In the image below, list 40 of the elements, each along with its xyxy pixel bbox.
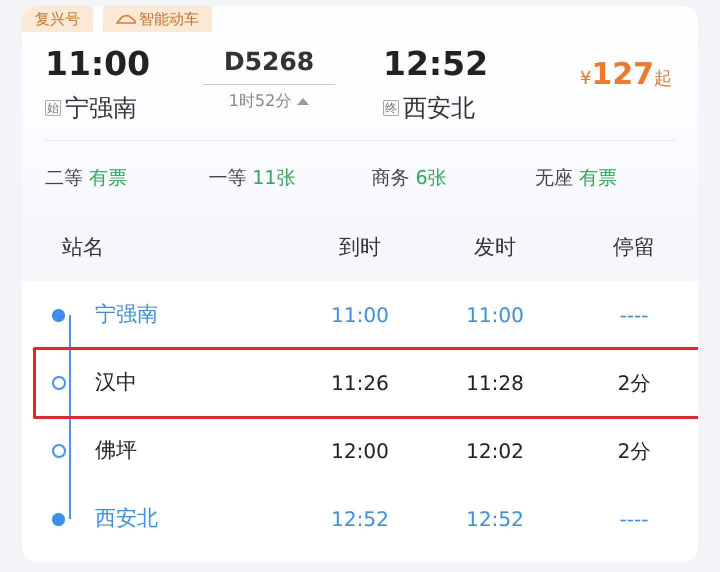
station-name: 西安北 bbox=[403, 93, 475, 124]
station-marker: 终 bbox=[383, 100, 399, 116]
seat-class: 商务 bbox=[372, 166, 410, 191]
train-icon bbox=[116, 14, 136, 24]
column-header: 站名 bbox=[62, 234, 105, 262]
column-header: 到时 bbox=[338, 234, 382, 262]
arrival-time: 11:00 bbox=[330, 302, 390, 329]
train-number: D5268 bbox=[224, 46, 314, 78]
price: ¥127起 bbox=[580, 56, 672, 94]
station-name: 佛坪 bbox=[95, 437, 138, 464]
seat-availability: 11张 bbox=[252, 166, 296, 191]
stop-duration: 2分 bbox=[616, 438, 652, 465]
departure-time: 11:28 bbox=[465, 370, 525, 397]
departure-time: 12:02 bbox=[465, 438, 525, 465]
stop-duration: ---- bbox=[618, 302, 650, 329]
seat-class: 一等 bbox=[208, 166, 246, 191]
arrival-time: 12:00 bbox=[330, 438, 390, 465]
duration-toggle[interactable]: 1时52分 bbox=[228, 89, 310, 113]
column-header: 发时 bbox=[473, 234, 517, 262]
stop-duration: ---- bbox=[618, 506, 650, 533]
station-marker: 始 bbox=[45, 100, 61, 116]
seat-availability: 有票 bbox=[578, 166, 617, 191]
departure-time: 12:52 bbox=[465, 506, 525, 533]
seat-class: 无座 bbox=[534, 166, 573, 191]
station-name: 西安北 bbox=[95, 505, 159, 532]
tag-label: 复兴号 bbox=[35, 8, 80, 30]
seat-availability: 6张 bbox=[416, 166, 447, 191]
seat-class: 二等 bbox=[45, 166, 83, 191]
arrival-time: 12:52 bbox=[383, 44, 490, 84]
departure-time: 11:00 bbox=[45, 44, 152, 84]
station-name: 宁强南 bbox=[65, 93, 137, 124]
arrival-time: 12:52 bbox=[330, 506, 390, 533]
column-header: 停留 bbox=[612, 234, 656, 262]
seat-availability: 有票 bbox=[89, 166, 127, 191]
station-name: 汉中 bbox=[95, 369, 138, 396]
stop-duration: 2分 bbox=[616, 370, 652, 397]
departure-time: 11:00 bbox=[465, 302, 525, 329]
station-name: 宁强南 bbox=[95, 301, 159, 328]
arrival-time: 11:26 bbox=[330, 370, 390, 397]
tag-label: 智能动车 bbox=[139, 8, 199, 30]
